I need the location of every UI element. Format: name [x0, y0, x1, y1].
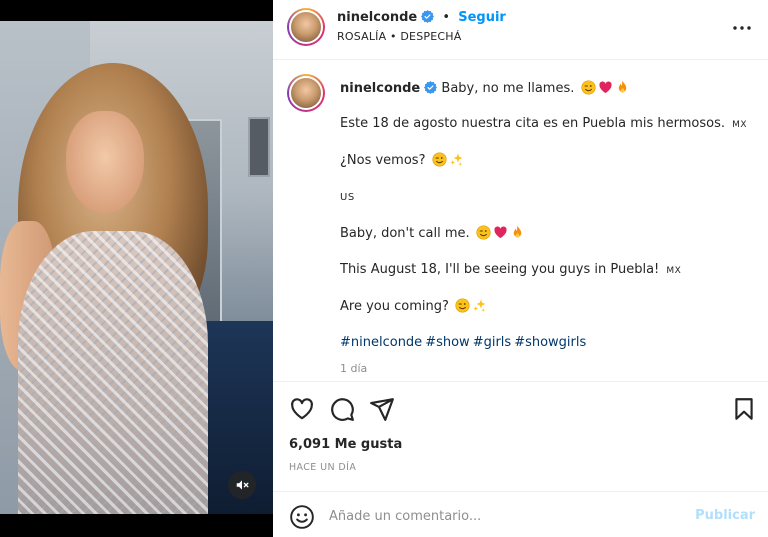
caption-text-3: ¿Nos vemos?: [340, 153, 426, 168]
bookmark-icon[interactable]: [731, 396, 757, 422]
caption-line-3: ¿Nos vemos?: [340, 152, 750, 170]
comment-input[interactable]: [329, 502, 679, 530]
video-person-dress: [18, 231, 208, 514]
emoji-picker-icon[interactable]: [289, 504, 315, 530]
mexico-flag-label: MX: [732, 120, 748, 130]
caption-text-6: This August 18, I'll be seeing you guys …: [340, 262, 660, 277]
caption-line-1: ninelconde Baby, no me llames.: [340, 80, 750, 98]
hashtag-link[interactable]: #show: [425, 335, 470, 350]
mexico-flag-label: MX: [666, 266, 682, 276]
post-actions: 6,091 Me gusta HACE UN DÍA: [273, 381, 768, 491]
hashtag-link[interactable]: #showgirls: [514, 335, 586, 350]
audio-label[interactable]: ROSALÍA • DESPECHÁ: [337, 30, 461, 43]
hashtag-link[interactable]: #girls: [473, 335, 512, 350]
volume-muted-icon: [236, 480, 249, 490]
caption-line-2: Este 18 de agosto nuestra cita es en Pue…: [340, 115, 750, 134]
caption-text-1: Baby, no me llames.: [441, 81, 575, 96]
comments-section: ninelconde Baby, no me llames. Este 18 d…: [273, 61, 768, 381]
wink-emoji-icon: [432, 152, 447, 167]
share-icon[interactable]: [369, 396, 395, 422]
post-media[interactable]: [0, 0, 273, 537]
caption-avatar[interactable]: [287, 74, 325, 112]
us-flag-label: US: [340, 192, 355, 203]
header-username[interactable]: ninelconde: [337, 10, 417, 25]
mute-button[interactable]: [228, 471, 256, 499]
sparkles-emoji-icon: [450, 153, 463, 166]
hashtag-line: #ninelconde #show #girls #showgirls: [340, 334, 750, 352]
caption: ninelconde Baby, no me llames. Este 18 d…: [340, 80, 750, 378]
caption-line-5: Baby, don't call me.: [340, 225, 750, 243]
video-background-frame: [248, 117, 270, 177]
heart-icon[interactable]: [289, 396, 315, 422]
post-details-panel: ninelconde • Seguir ROSALÍA • DESPECHÁ n…: [273, 0, 768, 537]
comment-bar: Publicar: [273, 491, 768, 537]
caption-line-7: Are you coming?: [340, 298, 750, 316]
wink-emoji-icon: [580, 80, 596, 95]
video-person-face: [66, 111, 144, 213]
wink-emoji-icon: [455, 298, 470, 313]
post-timestamp[interactable]: HACE UN DÍA: [289, 462, 356, 473]
fire-emoji-icon: [618, 80, 626, 93]
likes-count[interactable]: 6,091 Me gusta: [289, 437, 402, 452]
wink-emoji-icon: [476, 225, 491, 240]
verified-badge-icon: [424, 81, 438, 94]
header-user-line: ninelconde • Seguir: [337, 10, 506, 25]
caption-text-2: Este 18 de agosto nuestra cita es en Pue…: [340, 116, 726, 131]
more-horizontal-icon[interactable]: [730, 16, 754, 40]
caption-age[interactable]: 1 día: [340, 360, 750, 378]
follow-button[interactable]: Seguir: [458, 10, 506, 25]
avatar[interactable]: [287, 8, 325, 46]
caption-username[interactable]: ninelconde: [340, 81, 420, 96]
heart-emoji-icon: [598, 81, 612, 94]
caption-text-5: Baby, don't call me.: [340, 226, 470, 241]
verified-badge-icon: [421, 10, 435, 23]
publish-button[interactable]: Publicar: [695, 508, 755, 523]
hashtag-link[interactable]: #ninelconde: [340, 335, 422, 350]
comment-icon[interactable]: [329, 396, 355, 422]
post-header: ninelconde • Seguir ROSALÍA • DESPECHÁ: [273, 0, 768, 60]
caption-text-7: Are you coming?: [340, 299, 449, 314]
caption-line-6: This August 18, I'll be seeing you guys …: [340, 261, 750, 280]
heart-emoji-icon: [494, 226, 507, 239]
caption-line-4: US: [340, 188, 750, 207]
video-player[interactable]: [0, 21, 273, 514]
header-separator: •: [442, 10, 451, 25]
fire-emoji-icon: [513, 225, 521, 238]
sparkles-emoji-icon: [473, 299, 486, 312]
